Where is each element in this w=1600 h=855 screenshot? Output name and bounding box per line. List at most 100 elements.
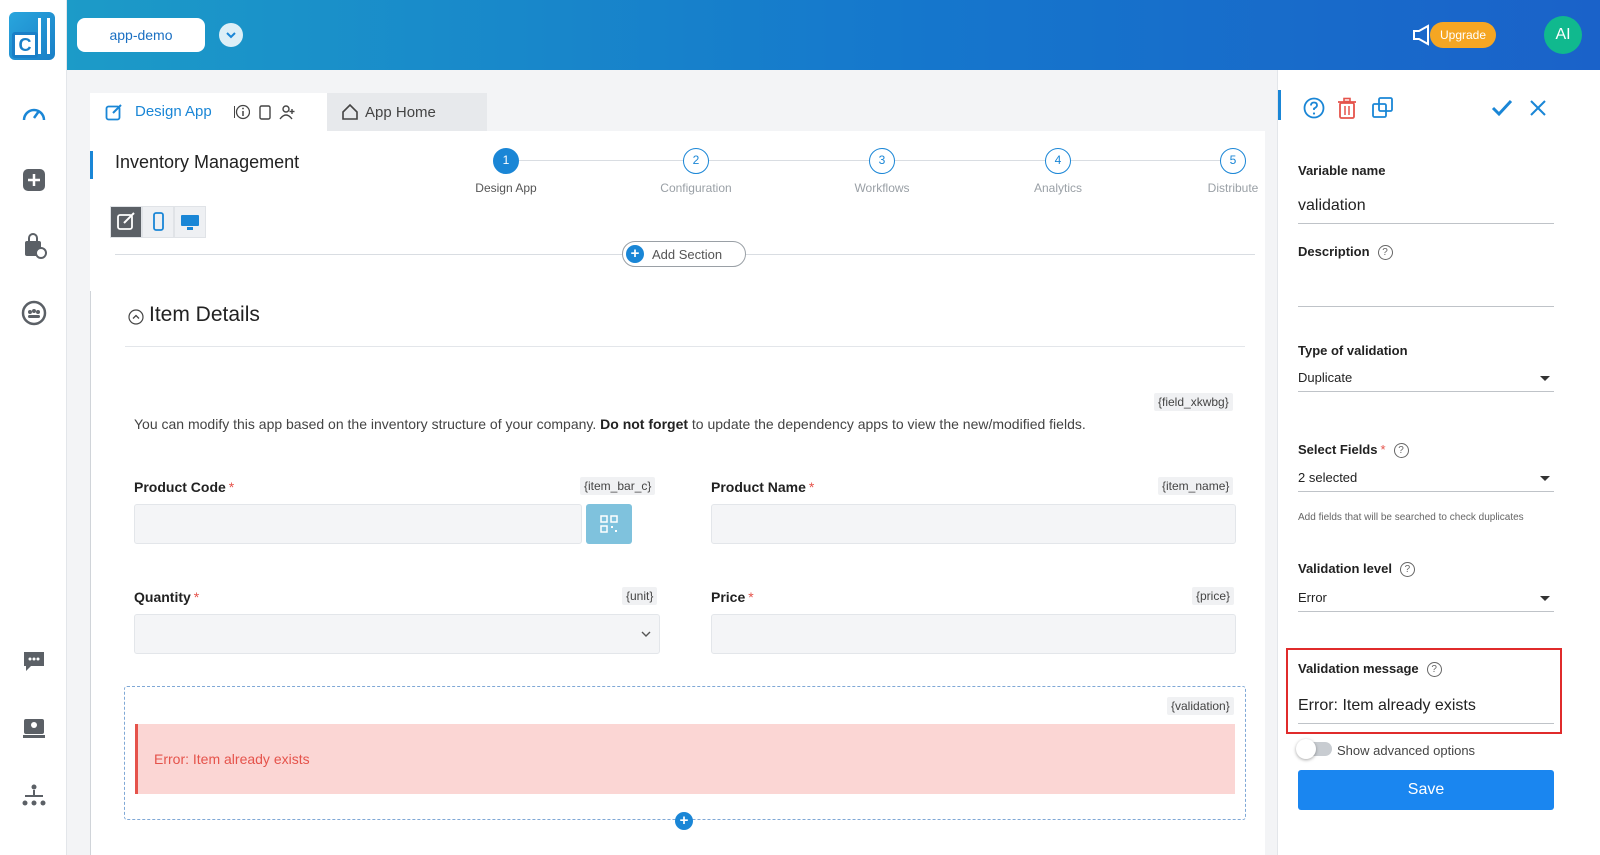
price-label: Price * [711,589,754,605]
top-bar: app-demo Upgrade AI [67,0,1600,70]
app-logo[interactable]: C [9,12,55,60]
plus-circle-icon: + [626,245,644,263]
app-selector[interactable]: app-demo [77,18,205,52]
product-code-input[interactable] [134,504,582,544]
validation-type-label: Type of validation [1298,343,1408,358]
close-icon[interactable] [1526,96,1550,120]
trash-icon[interactable] [1335,96,1359,120]
dashboard-gauge-icon[interactable] [20,100,48,128]
help-icon[interactable]: ? [1399,562,1415,578]
info-icon[interactable] [234,104,250,120]
price-input[interactable] [711,614,1236,654]
quantity-select[interactable] [134,614,660,654]
variable-name-input[interactable]: validation [1298,197,1366,215]
validation-type-value: Duplicate [1298,370,1353,385]
info-text-bold: Do not forget [600,416,689,432]
section-title: Item Details [149,303,260,326]
edit-mode-button[interactable] [110,206,142,238]
field-tag: {field_xkwbg} [1154,393,1233,411]
advanced-options-label: Show advanced options [1337,743,1476,758]
user-avatar[interactable]: AI [1544,16,1582,54]
section-divider [125,346,1245,347]
select-fields-select[interactable]: 2 selected [1298,470,1554,492]
product-code-label: Product Code * [134,479,235,495]
validation-type-select[interactable]: Duplicate [1298,370,1554,392]
store-bag-icon[interactable] [20,232,48,260]
desktop-view-button[interactable] [174,206,206,238]
validation-message-label: Validation message? [1298,661,1442,678]
advanced-options-toggle[interactable] [1296,739,1332,759]
tab-app-home[interactable]: App Home [327,93,487,131]
product-name-input[interactable] [711,504,1236,544]
help-icon[interactable]: ? [1426,662,1442,678]
validation-error-box: Error: Item already exists [135,724,1235,794]
step-configuration[interactable]: 2 Configuration [636,148,756,195]
price-tag: {price} [1192,587,1235,605]
add-section-button[interactable]: + Add Section [622,241,746,267]
add-section-label: Add Section [652,247,723,262]
validation-level-value: Error [1298,590,1327,605]
help-icon[interactable]: ? [1377,245,1393,261]
save-button[interactable]: Save [1298,770,1554,810]
caret-down-icon [1540,376,1550,381]
presentation-icon[interactable] [20,714,48,742]
caret-down-icon [1540,596,1550,601]
properties-panel: Variable name validation Description? Ty… [1277,70,1600,855]
quantity-label: Quantity * [134,589,200,605]
select-fields-hint: Add fields that will be searched to chec… [1298,512,1524,523]
validation-level-select[interactable]: Error [1298,590,1554,612]
tab-app-home-label: App Home [365,104,436,121]
edit-icon [117,212,135,230]
mobile-view-button[interactable] [142,206,174,238]
info-text-post: to update the dependency apps to view th… [688,416,1086,432]
variable-name-underline [1298,223,1554,224]
org-chart-icon[interactable] [20,782,48,810]
confirm-check-icon[interactable] [1490,96,1514,120]
validation-message-input[interactable]: Error: Item already exists [1298,697,1476,715]
validation-level-label: Validation level? [1298,561,1415,578]
step-workflows[interactable]: 3 Workflows [822,148,942,195]
design-panel: Inventory Management 1 Design App 2 Conf… [90,131,1265,855]
left-rail: C [0,0,67,855]
team-icon[interactable] [20,299,48,327]
upgrade-button[interactable]: Upgrade [1430,22,1496,48]
qr-code-icon [600,515,618,533]
description-input[interactable] [1298,306,1554,307]
help-icon[interactable]: ? [1393,443,1409,459]
product-name-tag: {item_name} [1158,477,1234,495]
quantity-tag: {unit} [622,587,658,605]
select-fields-value: 2 selected [1298,470,1358,485]
chat-icon[interactable] [20,647,48,675]
add-user-icon[interactable] [279,104,295,120]
info-text-pre: You can modify this app based on the inv… [134,416,601,432]
step-design-app[interactable]: 1 Design App [446,148,566,195]
tab-design-app[interactable]: Design App [90,93,327,131]
edit-icon [105,104,122,121]
validation-message-underline [1298,723,1554,724]
desktop-icon [181,215,199,230]
variable-name-label: Variable name [1298,163,1386,178]
add-app-icon[interactable] [20,166,48,194]
barcode-scan-button[interactable] [586,504,632,544]
app-dropdown-button[interactable] [219,23,243,47]
chevron-down-icon [226,32,236,39]
tab-design-app-label: Design App [135,103,212,120]
collapse-chevron-up-icon[interactable] [128,309,144,325]
chevron-down-icon [641,631,651,637]
panel-accent [90,151,93,179]
mobile-icon [153,212,164,231]
copy-doc-icon[interactable] [257,104,273,120]
duplicate-icon[interactable] [1371,96,1395,120]
section-rail [90,291,91,855]
product-code-tag: {item_bar_c} [580,477,656,495]
select-fields-label: Select Fields *? [1298,442,1409,459]
add-field-plus-icon[interactable]: + [675,812,693,830]
info-text: You can modify this app based on the inv… [134,416,1086,432]
validation-field[interactable]: {validation} Error: Item already exists … [124,686,1246,830]
caret-down-icon [1540,476,1550,481]
help-circle-icon[interactable] [1302,96,1326,120]
progress-stepper: 1 Design App 2 Configuration 3 Workflows… [470,148,1260,208]
step-analytics[interactable]: 4 Analytics [998,148,1118,195]
props-accent [1278,90,1281,120]
step-distribute[interactable]: 5 Distribute [1173,148,1293,195]
